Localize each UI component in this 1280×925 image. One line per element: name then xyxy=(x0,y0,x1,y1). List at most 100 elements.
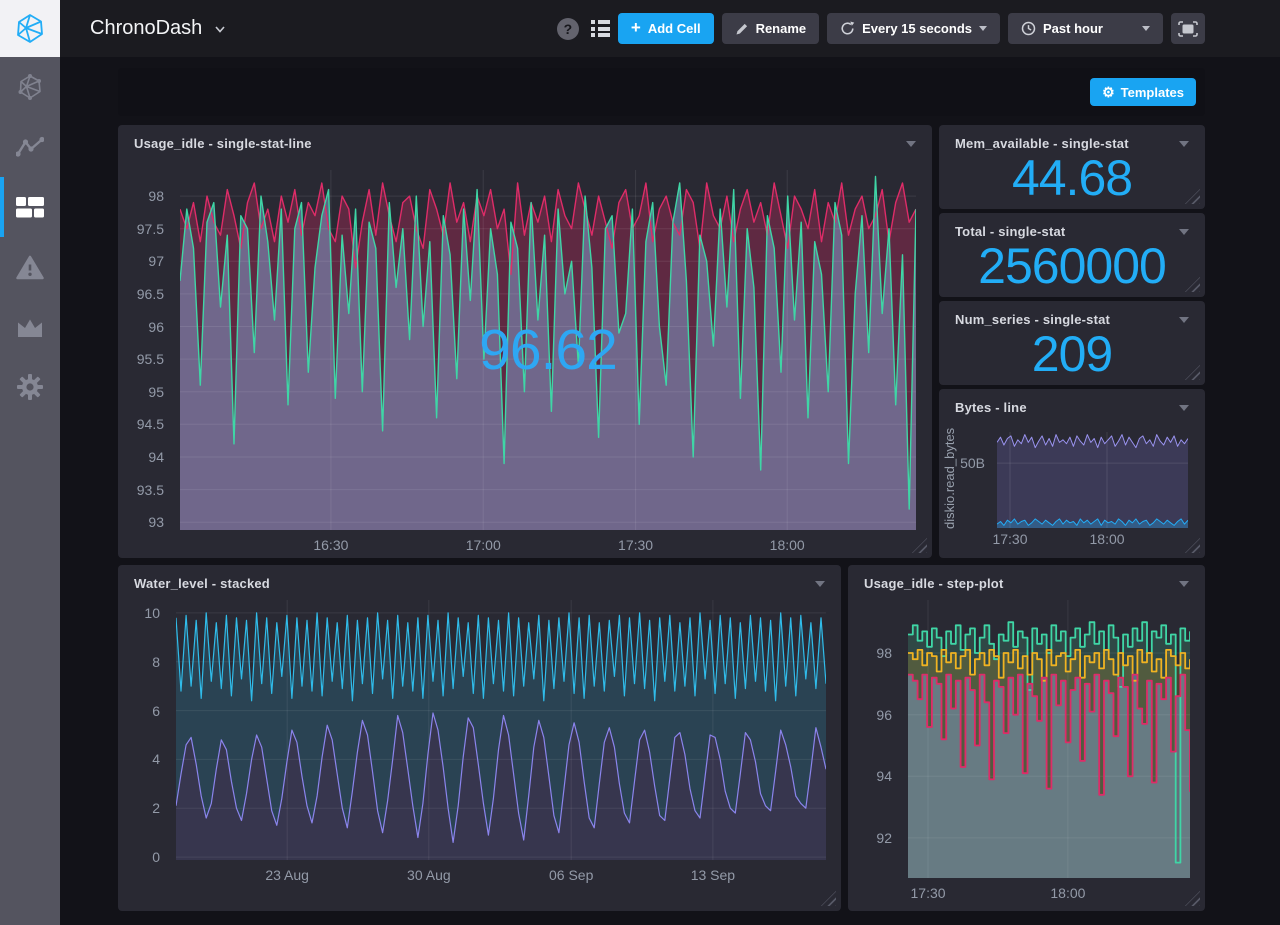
navbar-controls: ? + Add Cell Rename Every 15 seconds xyxy=(557,13,1205,44)
cell-title: Bytes - line xyxy=(955,400,1027,415)
cell-title: Water_level - stacked xyxy=(134,576,270,591)
x-axis-labels: 16:30 17:00 17:30 18:00 xyxy=(180,537,916,555)
cell-usage-idle-single-stat-line: Usage_idle - single-stat-line 9393.59494… xyxy=(118,125,932,558)
host-cube-icon xyxy=(16,73,44,101)
cell-bytes-line: Bytes - line diskio.read_bytes 50B 17:30… xyxy=(939,389,1205,558)
presentation-mode-button[interactable] xyxy=(1171,13,1205,44)
y-tick-label: 94.5 xyxy=(137,416,164,432)
plus-icon: + xyxy=(631,19,641,36)
y-tick-label: 95.5 xyxy=(137,351,164,367)
single-stat-value: 209 xyxy=(939,327,1205,381)
usage-idle-line-chart[interactable] xyxy=(180,170,916,530)
y-tick-label: 96.5 xyxy=(137,286,164,302)
y-tick-label: 98 xyxy=(148,188,164,204)
single-stat-value: 2560000 xyxy=(939,239,1205,293)
y-tick-label: 50B xyxy=(960,455,985,471)
y-tick-label: 92 xyxy=(876,830,892,846)
crown-icon xyxy=(16,317,44,338)
fullscreen-icon xyxy=(1178,21,1198,37)
sidebar-item-data-explorer[interactable] xyxy=(0,117,60,177)
sidebar-item-dashboards[interactable] xyxy=(0,177,60,237)
x-tick-label: 18:00 xyxy=(1089,531,1124,547)
y-axis-labels: 50B xyxy=(943,432,993,528)
gear-icon xyxy=(16,373,44,401)
cell-menu-caret-icon[interactable] xyxy=(1179,229,1189,235)
y-tick-label: 0 xyxy=(152,849,160,865)
cell-menu-caret-icon[interactable] xyxy=(815,581,825,587)
cell-water-level-stacked: Water_level - stacked 0 2 4 6 8 10 23 Aug 30 A… xyxy=(118,565,841,911)
refresh-icon xyxy=(840,21,855,36)
sidebar-item-alerts[interactable] xyxy=(0,237,60,297)
water-level-stacked-chart[interactable] xyxy=(176,600,826,860)
help-button[interactable]: ? xyxy=(557,18,579,40)
x-tick-label: 17:30 xyxy=(910,885,945,901)
template-variables-bar: ⚙ Templates xyxy=(118,68,1205,116)
x-tick-label: 17:00 xyxy=(466,537,501,553)
x-tick-label: 30 Aug xyxy=(407,867,451,883)
sidebar-item-admin[interactable] xyxy=(0,297,60,357)
y-tick-label: 94 xyxy=(148,449,164,465)
sidebar xyxy=(0,57,60,925)
y-tick-label: 95 xyxy=(148,384,164,400)
cell-menu-caret-icon[interactable] xyxy=(1179,581,1189,587)
resize-handle[interactable] xyxy=(821,891,836,906)
y-tick-label: 97 xyxy=(148,253,164,269)
y-tick-label: 8 xyxy=(152,654,160,670)
y-tick-label: 6 xyxy=(152,703,160,719)
x-tick-label: 18:00 xyxy=(1050,885,1085,901)
y-tick-label: 96 xyxy=(148,319,164,335)
dashboard-switcher[interactable]: ChronoDash xyxy=(90,0,226,57)
y-tick-label: 4 xyxy=(152,751,160,767)
cell-mem-available-single-stat: Mem_available - single-stat 44.68 xyxy=(939,125,1205,209)
x-tick-label: 18:00 xyxy=(770,537,805,553)
dashboard-grid-icon xyxy=(16,197,44,218)
y-tick-label: 10 xyxy=(144,605,160,621)
y-axis-labels: 9393.59494.59595.59696.59797.598 xyxy=(118,170,172,530)
cell-menu-caret-icon[interactable] xyxy=(1179,317,1189,323)
sidebar-item-hosts[interactable] xyxy=(0,57,60,117)
alert-triangle-icon xyxy=(16,255,44,280)
chronograf-logo[interactable] xyxy=(0,0,60,57)
clock-icon xyxy=(1021,21,1036,36)
cell-menu-caret-icon[interactable] xyxy=(1179,141,1189,147)
cell-usage-idle-step-plot: Usage_idle - step-plot 92 94 96 98 17:30 18:… xyxy=(848,565,1205,911)
gear-icon: ⚙ xyxy=(1102,85,1115,99)
pencil-icon xyxy=(735,22,749,36)
overlay-list-button[interactable] xyxy=(591,20,610,37)
y-tick-label: 94 xyxy=(876,768,892,784)
cell-title: Usage_idle - single-stat-line xyxy=(134,136,312,151)
x-tick-label: 16:30 xyxy=(313,537,348,553)
list-icon xyxy=(591,20,610,24)
y-tick-label: 97.5 xyxy=(137,221,164,237)
help-icon: ? xyxy=(564,21,573,37)
rename-button[interactable]: Rename xyxy=(722,13,820,44)
x-tick-label: 17:30 xyxy=(618,537,653,553)
cell-title: Usage_idle - step-plot xyxy=(864,576,1003,591)
graph-pulse-icon xyxy=(16,136,44,158)
y-axis-labels: 92 94 96 98 xyxy=(848,600,900,878)
y-tick-label: 93.5 xyxy=(137,482,164,498)
chevron-down-icon xyxy=(1142,26,1150,31)
x-tick-label: 17:30 xyxy=(992,531,1027,547)
x-axis-labels: 17:3018:00 xyxy=(997,531,1188,549)
autorefresh-dropdown[interactable]: Every 15 seconds xyxy=(827,13,1000,44)
cell-menu-caret-icon[interactable] xyxy=(906,141,916,147)
y-tick-label: 96 xyxy=(876,707,892,723)
timerange-dropdown[interactable]: Past hour xyxy=(1008,13,1163,44)
cell-num-series-single-stat: Num_series - single-stat 209 xyxy=(939,301,1205,385)
x-axis-labels: 23 Aug 30 Aug 06 Sep 13 Sep xyxy=(176,867,826,885)
chronograf-logo-icon xyxy=(14,13,46,45)
cell-menu-caret-icon[interactable] xyxy=(1179,405,1189,411)
y-tick-label: 2 xyxy=(152,800,160,816)
sidebar-item-settings[interactable] xyxy=(0,357,60,417)
add-cell-button[interactable]: + Add Cell xyxy=(618,13,714,44)
usage-idle-step-chart[interactable] xyxy=(908,600,1190,878)
templates-button[interactable]: ⚙ Templates xyxy=(1090,78,1196,106)
dashboard-title: ChronoDash xyxy=(90,17,202,40)
y-tick-label: 98 xyxy=(876,645,892,661)
x-tick-label: 13 Sep xyxy=(691,867,735,883)
bytes-line-chart[interactable] xyxy=(997,432,1188,528)
x-tick-label: 06 Sep xyxy=(549,867,593,883)
y-axis-labels: 0246810 xyxy=(118,600,168,860)
x-tick-label: 23 Aug xyxy=(265,867,309,883)
